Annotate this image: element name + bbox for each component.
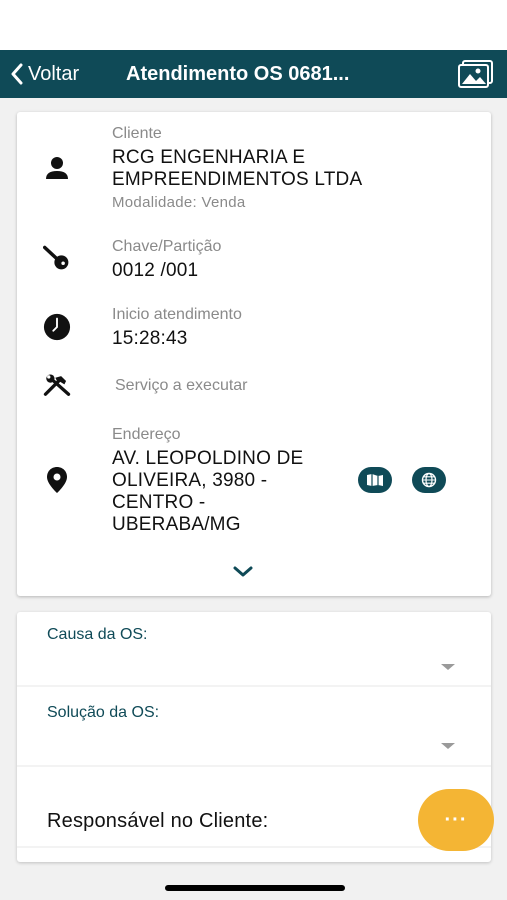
cliente-label: Cliente: [112, 125, 162, 142]
globe-icon: [421, 472, 437, 488]
back-button[interactable]: Voltar: [10, 50, 79, 98]
divider: [17, 765, 491, 767]
key-icon: [43, 244, 71, 272]
servico-label: Serviço a executar: [115, 377, 248, 394]
os-details-card: Cliente RCG ENGENHARIA E EMPREENDIMENTOS…: [17, 112, 491, 596]
open-web-button[interactable]: [412, 467, 446, 493]
navigation-bar: Voltar Atendimento OS 0681...: [0, 50, 507, 98]
home-indicator[interactable]: [165, 885, 345, 891]
solucao-label: Solução da OS:: [47, 704, 160, 721]
status-bar: [0, 0, 507, 50]
endereco-line4: UBERABA/MG: [112, 514, 241, 535]
responsavel-label: Responsável no Cliente:: [47, 810, 269, 832]
solucao-dropdown-caret-icon: [441, 743, 455, 749]
more-icon: ···: [444, 808, 468, 831]
modalidade-text: Modalidade: Venda: [112, 194, 246, 211]
location-pin-icon: [43, 466, 71, 494]
causa-label: Causa da OS:: [47, 626, 148, 643]
cliente-name-line2: EMPREENDIMENTOS LTDA: [112, 169, 363, 190]
endereco-line3: CENTRO -: [112, 492, 206, 513]
page-title: Atendimento OS 0681...: [126, 63, 350, 85]
causa-select[interactable]: Causa da OS:: [17, 612, 491, 684]
inicio-value: 15:28:43: [112, 328, 188, 349]
chevron-down-icon[interactable]: [231, 564, 255, 580]
tools-icon: [43, 372, 71, 400]
more-options-button[interactable]: ···: [418, 789, 494, 851]
divider: [17, 846, 491, 848]
clock-icon: [43, 313, 71, 341]
back-label: Voltar: [28, 62, 80, 85]
person-icon: [43, 154, 71, 182]
chave-label: Chave/Partição: [112, 238, 222, 255]
chave-value: 0012 /001: [112, 260, 199, 281]
open-map-button[interactable]: [358, 467, 392, 493]
divider: [17, 685, 491, 687]
map-icon: [367, 474, 383, 486]
endereco-line1: AV. LEOPOLDINO DE: [112, 448, 304, 469]
inicio-label: Inicio atendimento: [112, 306, 242, 323]
endereco-line2: OLIVEIRA, 3980 -: [112, 470, 268, 491]
causa-dropdown-caret-icon: [441, 664, 455, 670]
gallery-icon[interactable]: [458, 59, 494, 89]
chevron-left-icon: [11, 63, 23, 85]
cliente-name-line1: RCG ENGENHARIA E: [112, 147, 306, 168]
endereco-label: Endereço: [112, 426, 181, 443]
solucao-select[interactable]: Solução da OS:: [17, 688, 491, 764]
